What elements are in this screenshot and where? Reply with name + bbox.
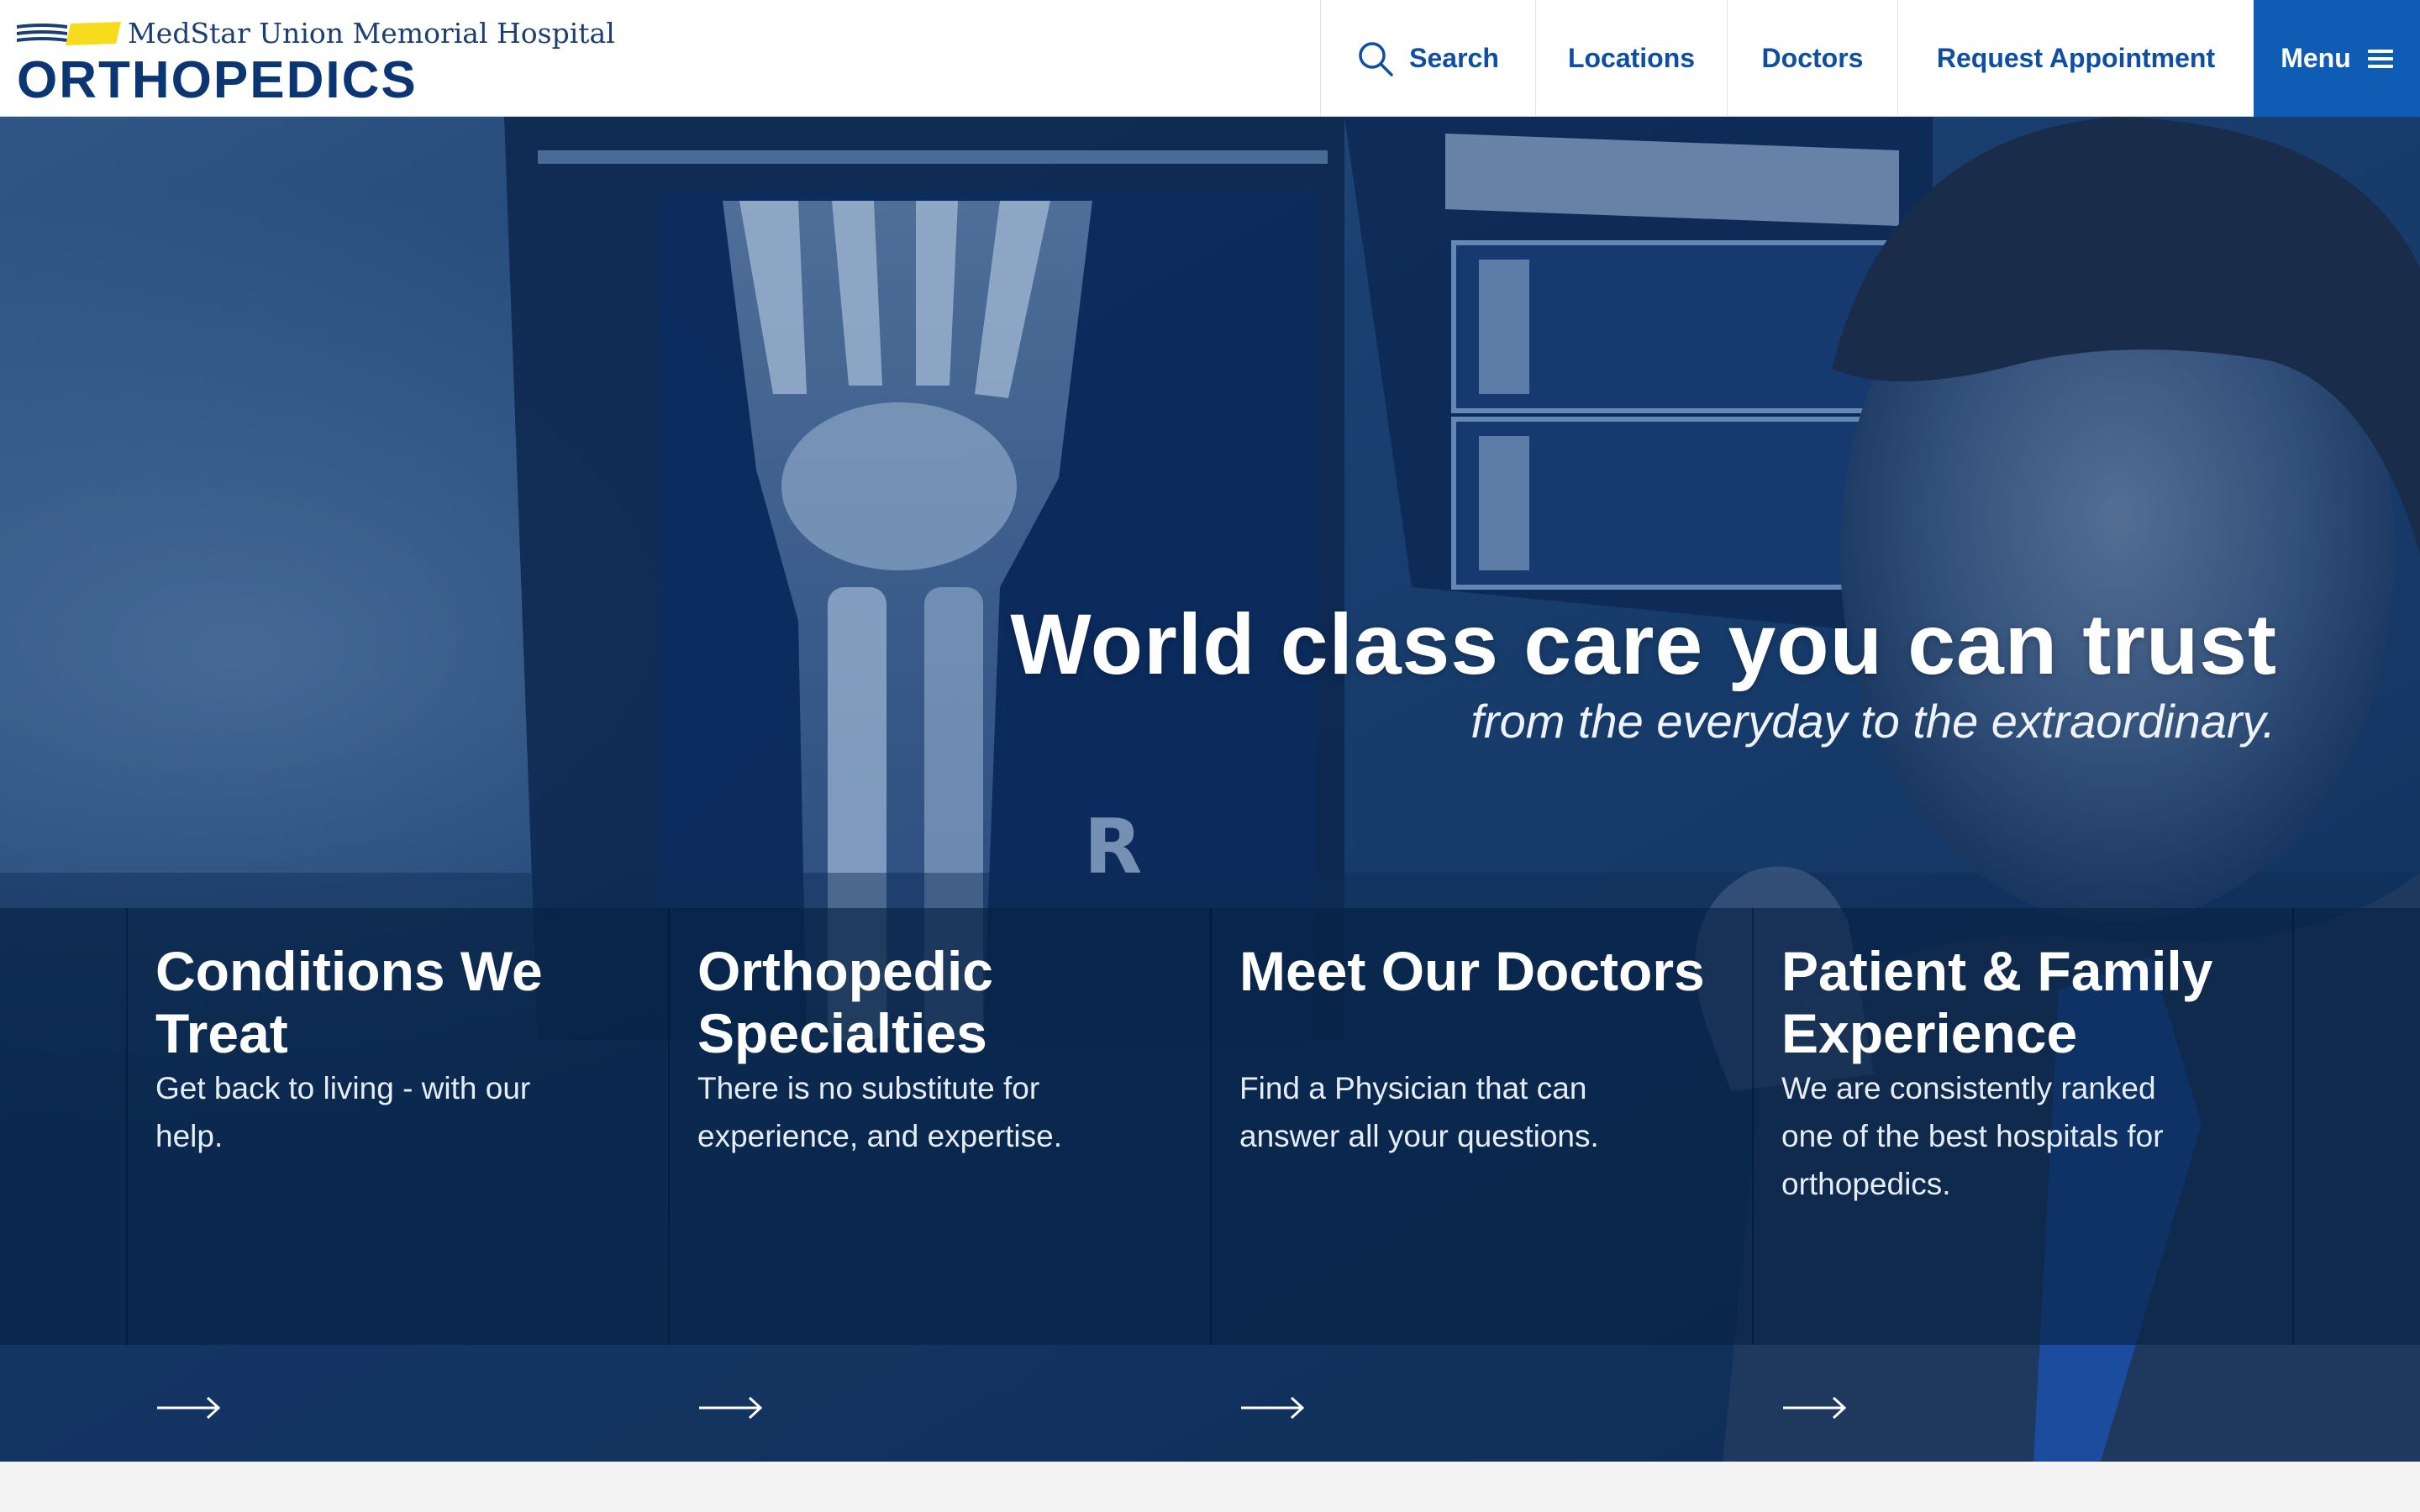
card-patient-family-experience[interactable]: Patient & Family Experience We are consi… — [1752, 908, 2294, 1420]
menu-label: Menu — [2281, 43, 2351, 73]
hamburger-icon — [2367, 49, 2393, 68]
card-description: We are consistently ranked one of the be… — [1781, 1071, 2164, 1201]
nav-locations[interactable]: Locations — [1535, 0, 1727, 117]
page-below-fold — [0, 1462, 2420, 1512]
card-band-edge-right — [2294, 908, 2420, 1345]
hero-subheadline: from the everyday to the extraordinary. — [1470, 695, 2275, 748]
card-meet-our-doctors[interactable]: Meet Our Doctors Find a Physician that c… — [1210, 908, 1752, 1420]
arrow-right-icon — [157, 1396, 221, 1420]
doctors-label: Doctors — [1761, 43, 1864, 73]
card-title: Patient & Family Experience — [1781, 940, 2213, 1064]
card-conditions-we-treat[interactable]: Conditions We Treat Get back to living -… — [126, 908, 668, 1420]
arrow-right-icon — [699, 1396, 763, 1420]
department-name: ORTHOPEDICS — [17, 51, 418, 109]
site-logo[interactable]: MedStar Union Memorial Hospital ORTHOPED… — [17, 17, 615, 109]
hero-headline: World class care you can trust — [1010, 596, 2277, 692]
feature-cards: Conditions We Treat Get back to living -… — [126, 908, 2294, 1420]
arrow-right-icon — [1783, 1396, 1847, 1420]
card-orthopedic-specialties[interactable]: Orthopedic Specialties There is no subst… — [668, 908, 1210, 1420]
card-band-edge-left — [0, 908, 126, 1345]
request-appointment-button[interactable]: Request Appointment — [1897, 0, 2254, 117]
card-description: Find a Physician that can answer all you… — [1239, 1071, 1599, 1153]
primary-nav: Search Locations Doctors Request Appoint… — [1320, 0, 2420, 117]
menu-button[interactable]: Menu — [2254, 0, 2420, 117]
card-description: There is no substitute for experience, a… — [697, 1071, 1062, 1153]
search-button[interactable]: Search — [1320, 0, 1535, 117]
card-title: Conditions We Treat — [155, 940, 543, 1064]
nav-doctors[interactable]: Doctors — [1727, 0, 1897, 117]
search-label: Search — [1409, 43, 1499, 73]
search-icon — [1359, 41, 1393, 76]
card-title: Orthopedic Specialties — [697, 940, 994, 1064]
card-description: Get back to living - with our help. — [155, 1071, 531, 1153]
request-appointment-label: Request Appointment — [1936, 43, 2216, 73]
medstar-logo-icon — [17, 22, 121, 45]
site-header: MedStar Union Memorial Hospital ORTHOPED… — [0, 0, 2420, 117]
locations-label: Locations — [1567, 43, 1696, 73]
hospital-name: MedStar Union Memorial Hospital — [128, 17, 615, 50]
arrow-right-icon — [1241, 1396, 1305, 1420]
card-title: Meet Our Doctors — [1239, 940, 1705, 1002]
